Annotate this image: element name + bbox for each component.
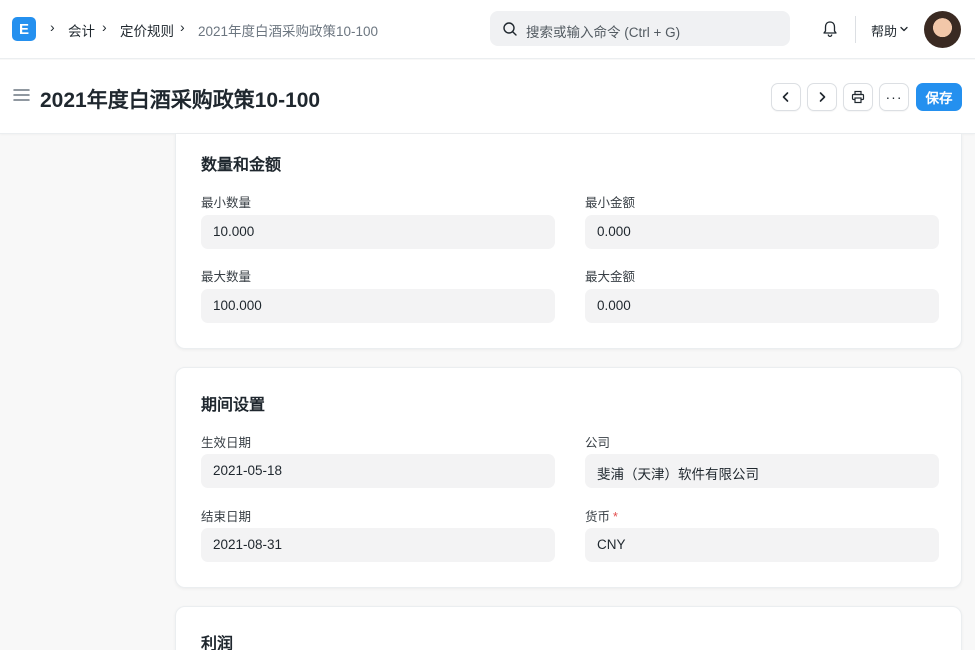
valid-from-label: 生效日期 [201, 436, 252, 450]
valid-upto-label: 结束日期 [201, 510, 252, 524]
chevron-down-icon[interactable] [899, 24, 909, 34]
max-qty-field[interactable]: 100.000 [201, 289, 555, 323]
company-label: 公司 [585, 436, 611, 450]
top-navbar: E › 会计 › 定价规则 › 2021年度白酒采购政策10-100 搜索或输入… [0, 0, 975, 59]
section-qty-amount: 数量和金额 最小数量 10.000 最小金额 0.000 最大数量 100.00… [175, 134, 962, 349]
min-amount-field[interactable]: 0.000 [585, 215, 939, 249]
page-title: 2021年度白酒采购政策10-100 [40, 89, 321, 112]
chevron-right-icon: › [180, 19, 185, 35]
min-qty-label: 最小数量 [201, 196, 252, 210]
print-button[interactable] [843, 83, 873, 111]
currency-label: 货币 * [585, 506, 618, 525]
currency-field[interactable]: CNY [585, 528, 939, 562]
section-title: 数量和金额 [201, 157, 282, 174]
chevron-right-icon: › [50, 19, 55, 35]
max-amount-label: 最大金额 [585, 270, 636, 284]
min-amount-label: 最小金额 [585, 196, 636, 210]
currency-label-text: 货币 [585, 510, 611, 524]
breadcrumb-pricing-rule[interactable]: 定价规则 [120, 20, 174, 40]
chevron-right-icon [819, 92, 826, 102]
search-input[interactable]: 搜索或输入命令 (Ctrl + G) [526, 21, 680, 41]
page-head: 2021年度白酒采购政策10-100 ··· [0, 60, 975, 134]
save-button[interactable]: 保存 [916, 83, 962, 111]
more-dots-icon: ··· [885, 89, 903, 105]
required-indicator: * [613, 510, 618, 524]
chevron-left-icon [782, 92, 789, 102]
section-margin: 利润 [175, 606, 962, 650]
sidebar-toggle-icon[interactable] [13, 88, 30, 102]
chevron-right-icon: › [102, 19, 107, 35]
more-actions-button[interactable]: ··· [879, 83, 909, 111]
section-title: 利润 [201, 636, 234, 650]
notification-bell-icon[interactable] [820, 19, 840, 39]
next-doc-button[interactable] [807, 83, 837, 111]
min-qty-field[interactable]: 10.000 [201, 215, 555, 249]
printer-icon [851, 90, 865, 104]
valid-from-field[interactable]: 2021-05-18 [201, 454, 555, 488]
app-logo[interactable]: E [12, 17, 36, 41]
search-icon [503, 22, 517, 36]
breadcrumb-current-doc[interactable]: 2021年度白酒采购政策10-100 [198, 20, 378, 40]
company-field[interactable]: 斐浦（天津）软件有限公司 [585, 454, 939, 488]
help-menu[interactable]: 帮助 [871, 21, 897, 40]
valid-upto-field[interactable]: 2021-08-31 [201, 528, 555, 562]
section-title: 期间设置 [201, 397, 266, 414]
navbar-divider [855, 16, 856, 43]
max-qty-label: 最大数量 [201, 270, 252, 284]
breadcrumb-accounting[interactable]: 会计 [68, 20, 95, 40]
section-period: 期间设置 生效日期 2021-05-18 公司 斐浦（天津）软件有限公司 结束日… [175, 367, 962, 588]
max-amount-field[interactable]: 0.000 [585, 289, 939, 323]
search-bar[interactable]: 搜索或输入命令 (Ctrl + G) [490, 11, 790, 46]
user-avatar[interactable] [924, 11, 961, 48]
previous-doc-button[interactable] [771, 83, 801, 111]
